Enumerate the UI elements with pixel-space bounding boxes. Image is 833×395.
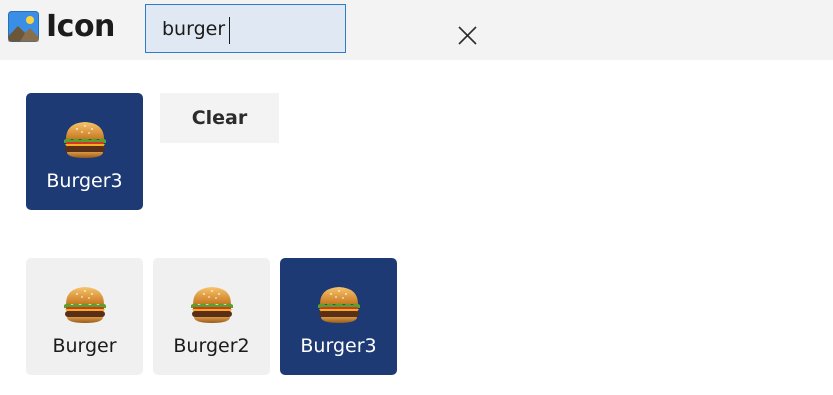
burger-icon	[60, 119, 110, 161]
tile-label: Burger3	[46, 170, 123, 192]
burger-icon	[60, 284, 110, 326]
result-tile-burger[interactable]: Burger	[26, 258, 143, 375]
result-tile-burger3[interactable]: Burger3	[280, 258, 397, 375]
app-window: Icon Burger3 Clear Burger Burger2 Burger…	[0, 0, 833, 395]
search-input[interactable]	[162, 15, 302, 43]
tile-label: Burger	[52, 335, 117, 357]
tile-label: Burger2	[173, 335, 250, 357]
close-icon[interactable]	[458, 26, 477, 45]
image-icon	[8, 11, 39, 42]
clear-button[interactable]: Clear	[160, 93, 279, 143]
tile-label: Burger3	[300, 335, 377, 357]
result-tile-burger2[interactable]: Burger2	[153, 258, 270, 375]
search-box[interactable]	[145, 4, 477, 53]
app-title: Icon	[46, 9, 115, 44]
header-bar: Icon	[0, 0, 833, 60]
selected-icon-tile[interactable]: Burger3	[26, 93, 143, 210]
text-caret	[229, 17, 230, 44]
burger-icon	[187, 284, 237, 326]
burger-icon	[314, 284, 364, 326]
